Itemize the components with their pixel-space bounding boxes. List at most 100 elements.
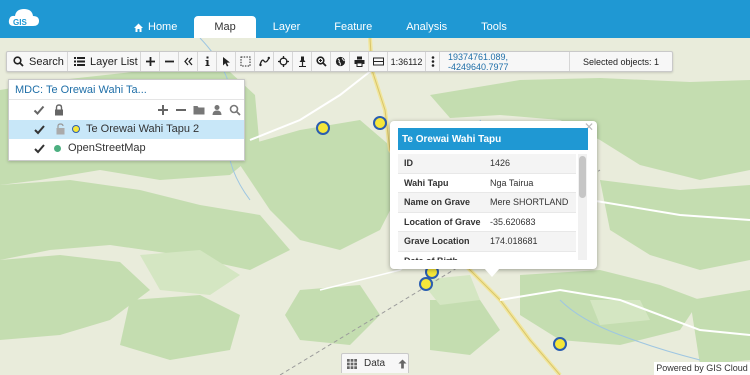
search-button[interactable]: Search bbox=[7, 52, 68, 71]
attribute-value: 174.018681 bbox=[490, 236, 538, 247]
move-icon bbox=[277, 56, 289, 67]
tab-feature-label: Feature bbox=[334, 21, 373, 33]
attribute-row: Grave Location 174.018681 bbox=[398, 232, 576, 252]
add-layer-icon[interactable] bbox=[157, 104, 169, 116]
scale-display[interactable]: 1:36112 bbox=[388, 52, 426, 71]
collapse-toolbar-button[interactable] bbox=[179, 52, 198, 71]
layer-name: Te Orewai Wahi Tapu 2 bbox=[86, 123, 200, 135]
tab-feature[interactable]: Feature bbox=[317, 16, 389, 38]
info-button[interactable] bbox=[198, 52, 217, 71]
minus-icon bbox=[164, 60, 174, 63]
tab-analysis[interactable]: Analysis bbox=[389, 16, 464, 38]
popup-pointer bbox=[484, 268, 500, 277]
user-icon[interactable] bbox=[211, 104, 223, 116]
unlock-icon[interactable] bbox=[56, 123, 65, 135]
select-rectangle-button[interactable] bbox=[236, 52, 255, 71]
tab-map-label: Map bbox=[214, 21, 236, 33]
tab-tools-label: Tools bbox=[481, 21, 507, 33]
layer-list-button[interactable]: Layer List bbox=[68, 52, 141, 71]
tab-map[interactable]: Map bbox=[194, 16, 256, 38]
scalebar-icon bbox=[372, 57, 384, 66]
layer-panel: MDC: Te Orewai Wahi Ta... Te Orewai Wahi… bbox=[8, 79, 245, 161]
pin-button[interactable] bbox=[293, 52, 312, 71]
zoom-icon bbox=[315, 56, 327, 67]
home-icon bbox=[134, 23, 143, 32]
grave-marker[interactable] bbox=[553, 337, 567, 351]
grave-marker[interactable] bbox=[373, 116, 387, 130]
attribute-key: Date of Birth bbox=[398, 256, 490, 260]
select-pointer-button[interactable] bbox=[217, 52, 236, 71]
layer-list-label: Layer List bbox=[90, 55, 138, 68]
pointer-icon bbox=[222, 57, 230, 67]
tab-layer[interactable]: Layer bbox=[256, 16, 318, 38]
attribute-row: Date of Birth bbox=[398, 252, 576, 260]
collapse-icon bbox=[183, 57, 192, 66]
attribute-value: -35.620683 bbox=[490, 216, 536, 227]
zoom-out-button[interactable] bbox=[160, 52, 179, 71]
main-tabs: Home Map Layer Feature Analysis Tools bbox=[116, 16, 524, 38]
plus-icon bbox=[145, 57, 155, 66]
attribute-key: Grave Location bbox=[404, 236, 470, 247]
layer-panel-toolbar bbox=[9, 100, 244, 120]
attribute-row: Name on Grave Mere SHORTLAND bbox=[398, 193, 576, 213]
grave-marker[interactable] bbox=[316, 121, 330, 135]
more-icon bbox=[431, 56, 434, 67]
grave-marker-selected[interactable] bbox=[419, 277, 433, 291]
print-icon bbox=[354, 56, 364, 67]
tab-home[interactable]: Home bbox=[116, 16, 194, 38]
search-button-label: Search bbox=[29, 55, 64, 68]
attribute-value: Nga Tairua bbox=[490, 177, 534, 188]
visibility-check-icon[interactable] bbox=[34, 124, 45, 135]
globe-icon bbox=[335, 56, 345, 67]
print-button[interactable] bbox=[350, 52, 369, 71]
scalebar-button[interactable] bbox=[369, 52, 388, 71]
pin-icon bbox=[298, 56, 306, 67]
tab-analysis-label: Analysis bbox=[406, 21, 448, 33]
remove-layer-icon[interactable] bbox=[175, 104, 187, 116]
lock-icon[interactable] bbox=[53, 104, 65, 116]
layer-panel-title[interactable]: MDC: Te Orewai Wahi Ta... bbox=[9, 80, 244, 100]
zoom-to-button[interactable] bbox=[312, 52, 331, 71]
attribute-key: Location of Grave bbox=[404, 216, 481, 227]
layer-row-openstreetmap[interactable]: OpenStreetMap bbox=[9, 139, 244, 158]
attribute-key: Wahi Tapu bbox=[404, 177, 449, 188]
attribute-row: Wahi Tapu Nga Tairua bbox=[398, 174, 576, 193]
attribute-key: Name on Grave bbox=[404, 197, 471, 208]
svg-text:GIS: GIS bbox=[13, 18, 27, 27]
pan-button[interactable] bbox=[274, 52, 293, 71]
powered-by-text[interactable]: Powered by GIS Cloud bbox=[654, 362, 750, 375]
search-icon bbox=[13, 56, 24, 67]
attribute-value: 1426 bbox=[490, 158, 511, 169]
data-panel-button[interactable]: Data bbox=[341, 353, 409, 373]
more-options-button[interactable] bbox=[426, 52, 440, 71]
layer-row-te-orewai[interactable]: Te Orewai Wahi Tapu 2 bbox=[9, 120, 244, 139]
measure-icon bbox=[258, 56, 270, 67]
map-toolbar: Search Layer List 1:36112 19374761.089, … bbox=[6, 51, 673, 72]
list-icon bbox=[74, 57, 85, 66]
globe-button[interactable] bbox=[331, 52, 350, 71]
coordinates-display: 19374761.089, -4249640.7977 bbox=[440, 52, 570, 72]
selected-objects-count: Selected objects: 1 bbox=[582, 56, 660, 67]
folder-icon[interactable] bbox=[193, 104, 205, 116]
top-header: GIS Home Map Layer Feature Analysis Tool… bbox=[0, 0, 750, 38]
zoom-to-layer-icon[interactable] bbox=[229, 104, 241, 116]
check-all-icon[interactable] bbox=[33, 104, 45, 116]
arrow-up-icon bbox=[398, 359, 407, 368]
zoom-in-button[interactable] bbox=[141, 52, 160, 71]
attribute-value: Mere SHORTLAND bbox=[490, 197, 569, 208]
tab-tools[interactable]: Tools bbox=[464, 16, 524, 38]
attribute-row: Location of Grave -35.620683 bbox=[398, 213, 576, 232]
popup-scrollbar[interactable] bbox=[578, 154, 587, 260]
basemap-symbol-icon bbox=[54, 145, 61, 152]
scrollbar-thumb[interactable] bbox=[579, 156, 586, 198]
measure-button[interactable] bbox=[255, 52, 274, 71]
popup-attribute-table: ID 1426 Wahi Tapu Nga Tairua Name on Grave… bbox=[398, 154, 576, 260]
select-rect-icon bbox=[240, 56, 250, 67]
gis-cloud-logo[interactable]: GIS bbox=[6, 4, 42, 32]
tab-layer-label: Layer bbox=[272, 21, 301, 33]
visibility-check-icon[interactable] bbox=[34, 143, 45, 154]
grid-icon bbox=[347, 358, 357, 369]
attribute-key: ID bbox=[404, 158, 413, 169]
layer-name: OpenStreetMap bbox=[68, 142, 146, 154]
popup-title: Te Orewai Wahi Tapu bbox=[398, 128, 588, 150]
